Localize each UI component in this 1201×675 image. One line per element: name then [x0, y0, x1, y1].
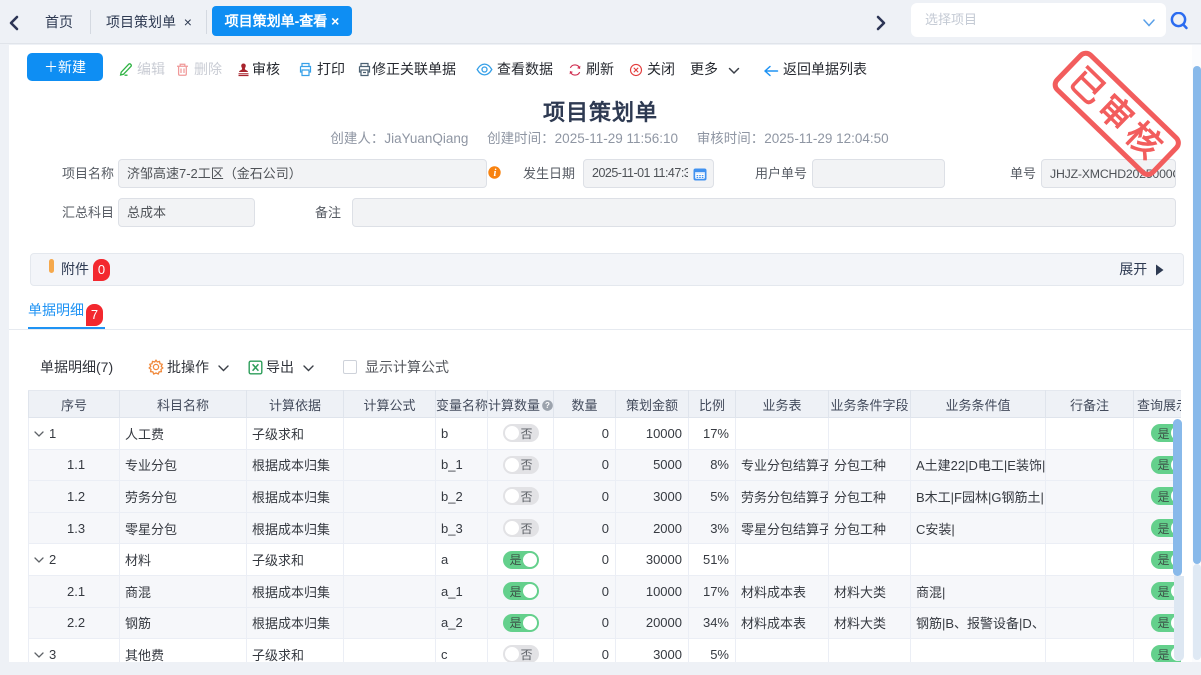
- svg-text:?: ?: [545, 401, 550, 410]
